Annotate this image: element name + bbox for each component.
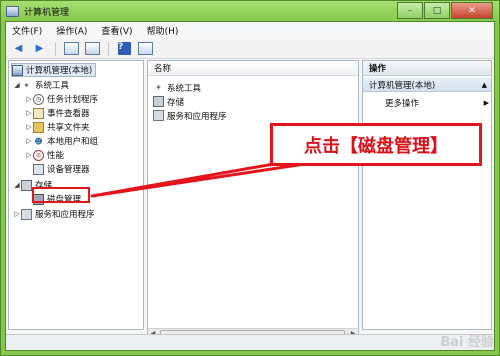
watermark: Bai 经验 [440,335,494,350]
disk-management-highlight [32,187,90,203]
annotation-callout: 点击【磁盘管理】 [270,123,482,166]
callout-pointer [90,159,320,198]
